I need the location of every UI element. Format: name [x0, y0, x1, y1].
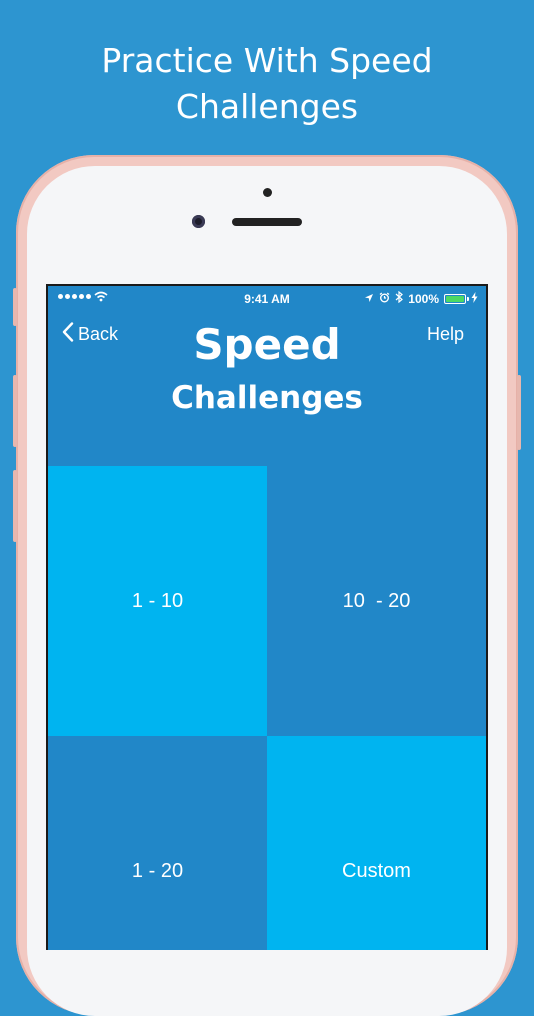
location-arrow-icon — [364, 292, 374, 306]
status-bar: 9:41 AM 100% — [48, 286, 486, 312]
promo-headline-line2: Challenges — [175, 87, 359, 126]
phone-silent-switch — [13, 288, 17, 326]
front-camera — [192, 215, 205, 228]
bluetooth-icon — [395, 290, 404, 306]
promo-headline: Practice With Speed Challenges — [0, 38, 534, 130]
alarm-clock-icon — [379, 292, 390, 306]
challenge-tile-custom[interactable]: Custom — [267, 736, 486, 950]
challenge-tile-10-20[interactable]: 10 - 20 — [267, 466, 486, 736]
earpiece-speaker — [232, 218, 302, 226]
promo-headline-line1: Practice With Speed — [101, 41, 433, 80]
battery-percentage: 100% — [408, 291, 439, 306]
phone-screen: 9:41 AM 100% Back Help Speed Challenges … — [46, 284, 488, 950]
challenge-tile-1-10[interactable]: 1 - 10 — [48, 466, 267, 736]
status-right-group: 100% — [364, 290, 478, 306]
battery-icon — [444, 293, 469, 304]
screen-subtitle: Challenges — [171, 380, 363, 416]
bolt-icon — [471, 291, 478, 306]
phone-volume-up — [13, 375, 17, 447]
challenge-tile-1-20[interactable]: 1 - 20 — [48, 736, 267, 950]
proximity-sensor — [263, 188, 272, 197]
challenge-grid: 1 - 10 10 - 20 1 - 20 Custom — [48, 466, 486, 950]
phone-power-button — [517, 375, 521, 450]
phone-volume-down — [13, 470, 17, 542]
screen-title: Speed — [193, 320, 341, 369]
